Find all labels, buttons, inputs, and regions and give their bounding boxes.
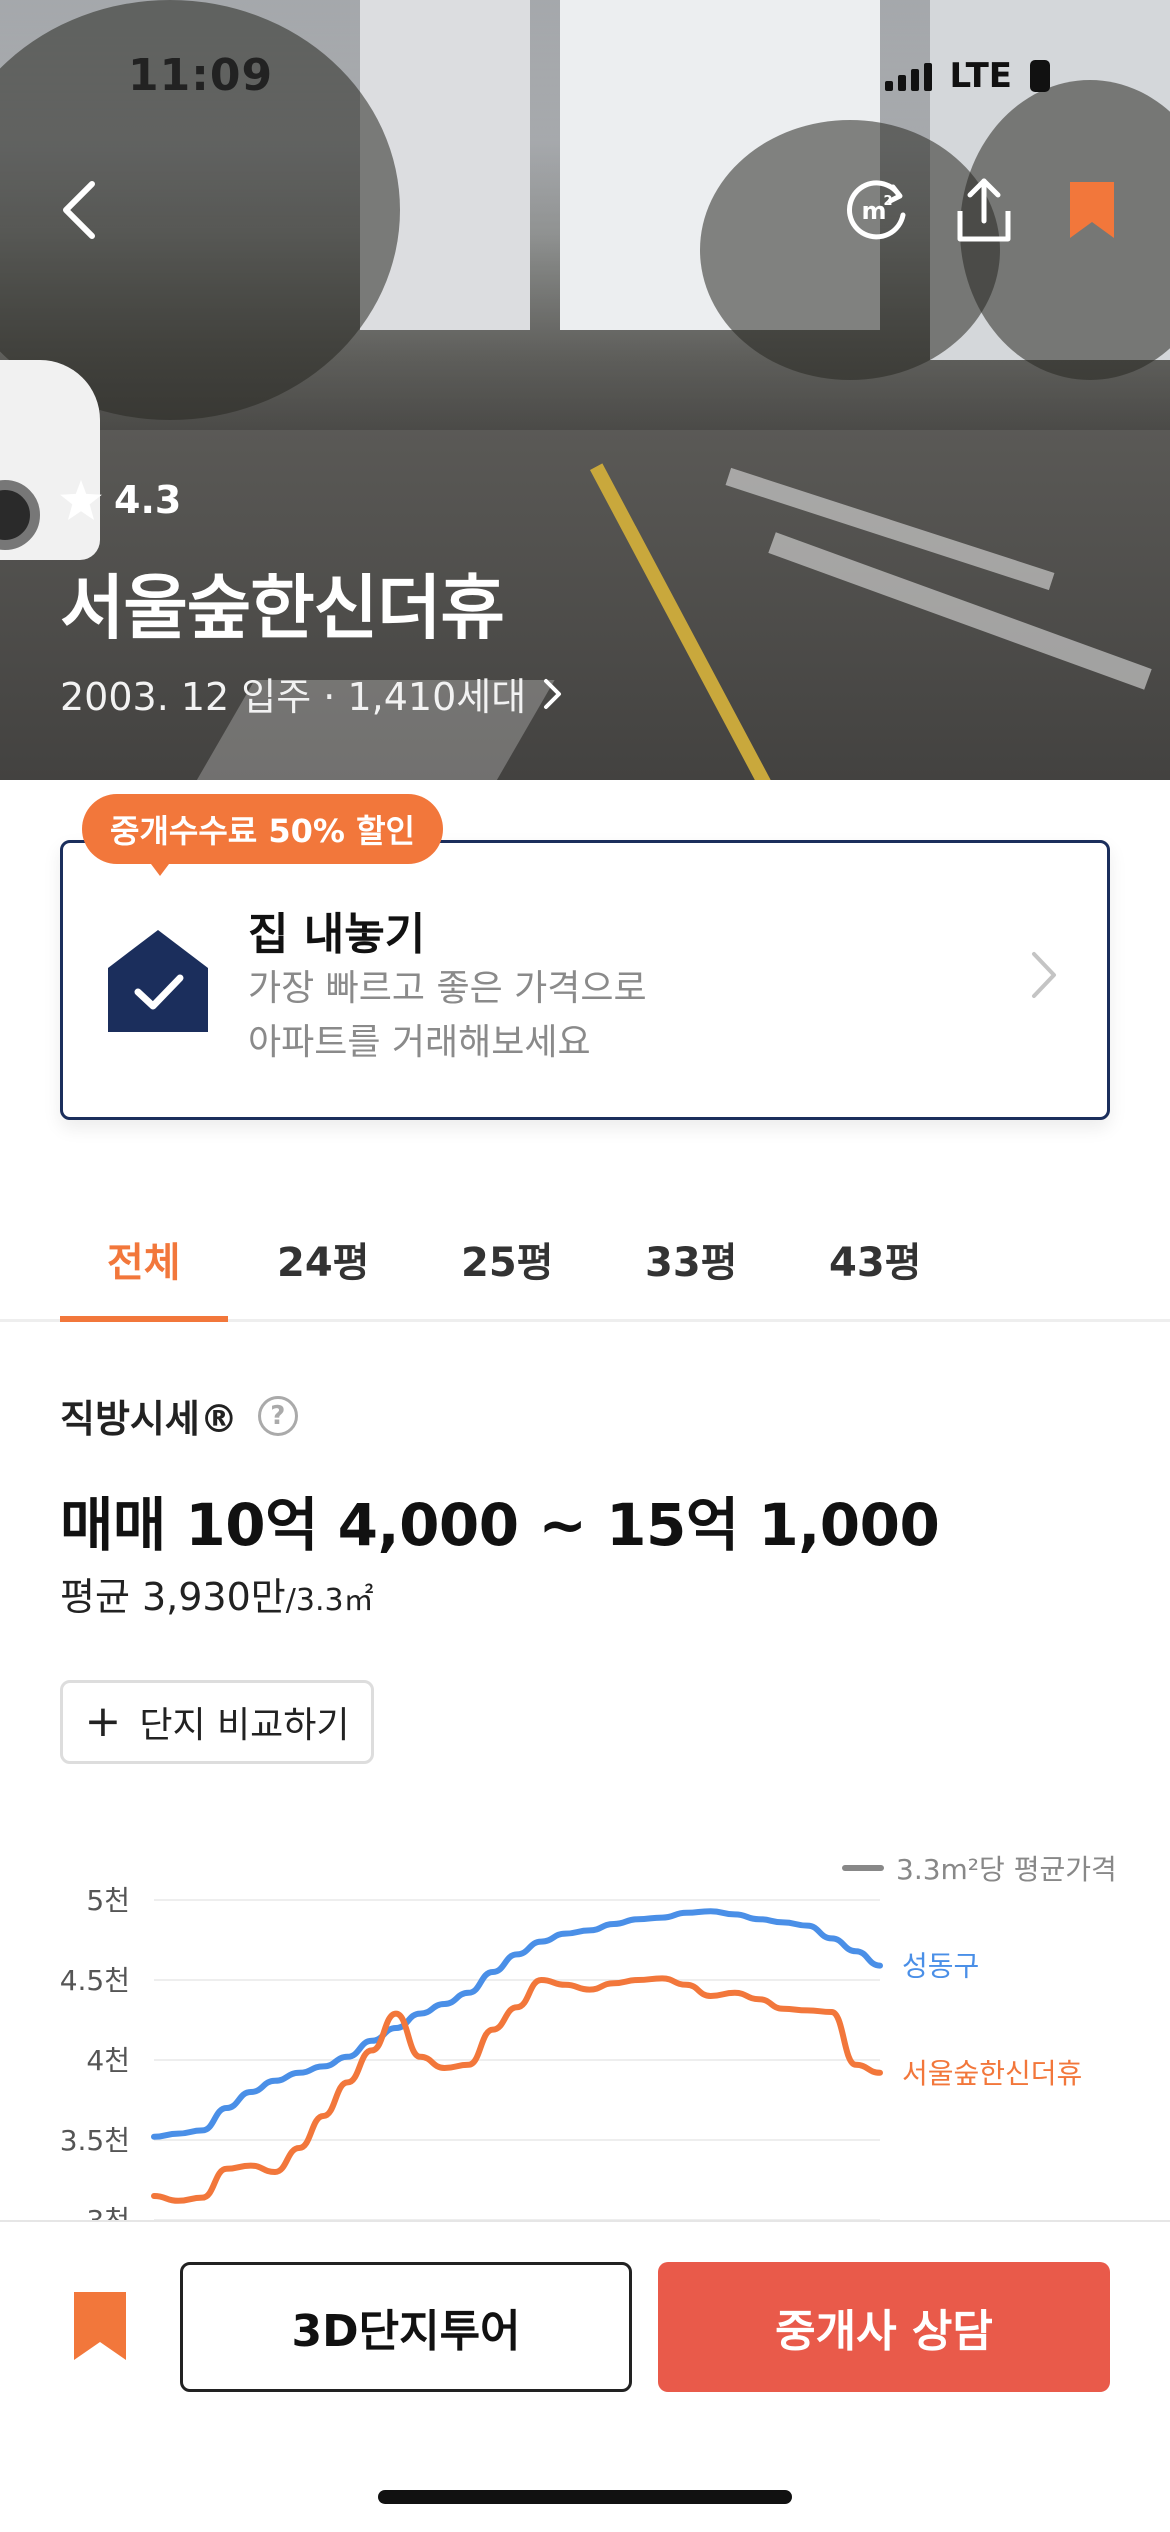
apartment-name: 서울숲한신더휴 [60,567,505,649]
apartment-info-link[interactable]: 2003. 12 입주 · 1,410세대 [60,666,564,721]
chevron-right-icon [544,678,562,709]
compare-label: 단지 비교하기 [139,1705,350,1746]
promo-description: 가장 빠르고 좋은 가격으로 아파트를 거래해보세요 [248,962,647,1070]
compare-complex-button[interactable]: + 단지 비교하기 [60,1680,374,1764]
average-price: 평균 3,930만/3.3㎡ [60,1566,374,1621]
status-time: 11:09 [128,50,274,101]
tab-25py[interactable]: 25평 [461,1230,553,1288]
bookmark-icon [74,2292,126,2360]
promo-desc-line: 아파트를 거래해보세요 [248,1022,591,1063]
3d-tour-button[interactable]: 3D단지투어 [180,2262,632,2392]
promo-badge-tail [148,860,172,876]
chevron-right-icon [1032,952,1056,998]
apartment-info: 2003. 12 입주 · 1,410세대 [60,675,527,719]
price-trend-chart: 5천 4.5천 4천 3.5천 3천 성동구서울숲한신더휴 [60,1884,1082,2220]
house-check-icon [108,930,208,1032]
area-unit-toggle-button[interactable]: m 2 [836,170,916,250]
chevron-left-icon [63,181,95,239]
agent-consult-button[interactable]: 중개사 상담 [658,2262,1110,2392]
promo-title: 집 내놓기 [248,909,426,960]
rating: 4.3 [60,478,181,522]
background-tree [700,120,1000,380]
tab-43py[interactable]: 43평 [829,1230,921,1288]
share-icon [957,178,1011,242]
y-tick-label: 3천 [86,2204,130,2220]
series-label: 성동구 [902,1950,979,1983]
signal-icon [884,61,932,91]
bookmark-bottom-button[interactable] [72,2290,128,2366]
star-icon [60,480,102,520]
series-line [151,1908,883,2140]
price-section-title: 직방시세® ? [60,1388,298,1443]
status-indicators: LTE [884,56,1050,96]
y-tick-label: 4천 [86,2044,130,2077]
plus-icon: + [84,1696,122,1747]
price-label: 직방시세® [60,1397,238,1441]
promo-desc-line: 가장 빠르고 좋은 가격으로 [248,968,647,1009]
parked-car [0,360,100,560]
series-label: 서울숲한신더휴 [902,2057,1082,2090]
home-indicator [378,2490,792,2504]
y-tick-label: 5천 [86,1884,130,1917]
active-tab-indicator [60,1316,228,1322]
hero-image: 11:09 LTE m 2 4.3 서울숲한신더휴 2003. 12 입주 · … [0,0,1170,780]
bookmark-button[interactable] [1052,170,1132,250]
back-button[interactable] [40,170,120,250]
tab-33py[interactable]: 33평 [645,1230,737,1288]
y-tick-label: 4.5천 [60,1964,130,1997]
tab-all[interactable]: 전체 [107,1230,181,1288]
rating-value: 4.3 [114,478,182,522]
average-price-unit: /3.3㎡ [285,1583,374,1618]
help-icon[interactable]: ? [257,1395,298,1436]
size-tabs: 전체 24평 25평 33평 43평 [0,1210,1170,1322]
price-range: 매매 10억 4,000 ~ 15억 1,000 [60,1491,940,1559]
promo-badge: 중개수수료 50% 할인 [82,794,443,864]
battery-icon [1030,60,1050,92]
network-type: LTE [949,56,1012,96]
y-tick-label: 3.5천 [60,2124,130,2157]
tab-24py[interactable]: 24평 [277,1230,369,1288]
area-unit-icon: m 2 [847,180,906,240]
average-price-value: 평균 3,930만 [60,1575,286,1619]
svg-text:2: 2 [883,194,892,209]
bookmark-icon [1070,182,1114,238]
share-button[interactable] [944,170,1024,250]
